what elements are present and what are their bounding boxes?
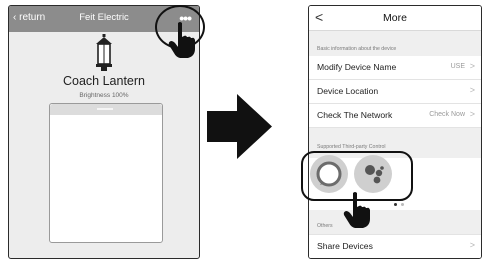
row-share-devices[interactable]: Share Devices >: [309, 234, 481, 258]
section-basic-info: Basic information about the device: [317, 46, 397, 52]
page-indicator: [401, 203, 404, 206]
row-label: Check The Network: [317, 110, 393, 120]
row-device-location[interactable]: Device Location >: [309, 80, 481, 104]
arrow-right-icon: [207, 94, 272, 159]
pointing-hand-icon: [343, 192, 370, 228]
row-value: USE: [450, 63, 465, 70]
brightness-status: Brightness 100%: [79, 92, 129, 99]
row-label: Share Devices: [317, 241, 373, 251]
more-header: < More: [309, 6, 481, 31]
row-check-network[interactable]: Check The Network Check Now >: [309, 104, 481, 128]
row-modify-device-name[interactable]: Modify Device Name USE >: [309, 56, 481, 80]
section-others: Others: [317, 223, 333, 229]
chevron-right-icon: >: [469, 85, 475, 95]
pointing-hand-icon: [168, 22, 195, 58]
row-label: Device Location: [317, 86, 379, 96]
row-value: Check Now: [429, 111, 465, 118]
page-indicator-active: [394, 203, 397, 206]
lantern-icon: [96, 34, 112, 71]
drag-handle[interactable]: [97, 108, 113, 110]
more-screen: < More Basic information about the devic…: [308, 5, 482, 259]
section-third-party: Supported Third-party Control: [317, 144, 386, 150]
chevron-right-icon: >: [469, 109, 475, 119]
page-title: More: [383, 12, 407, 24]
chevron-right-icon: >: [469, 61, 475, 71]
device-name: Coach Lantern: [62, 74, 145, 88]
device-control-panel[interactable]: [49, 103, 163, 243]
row-label: Modify Device Name: [317, 62, 397, 72]
chevron-right-icon: >: [469, 240, 475, 250]
